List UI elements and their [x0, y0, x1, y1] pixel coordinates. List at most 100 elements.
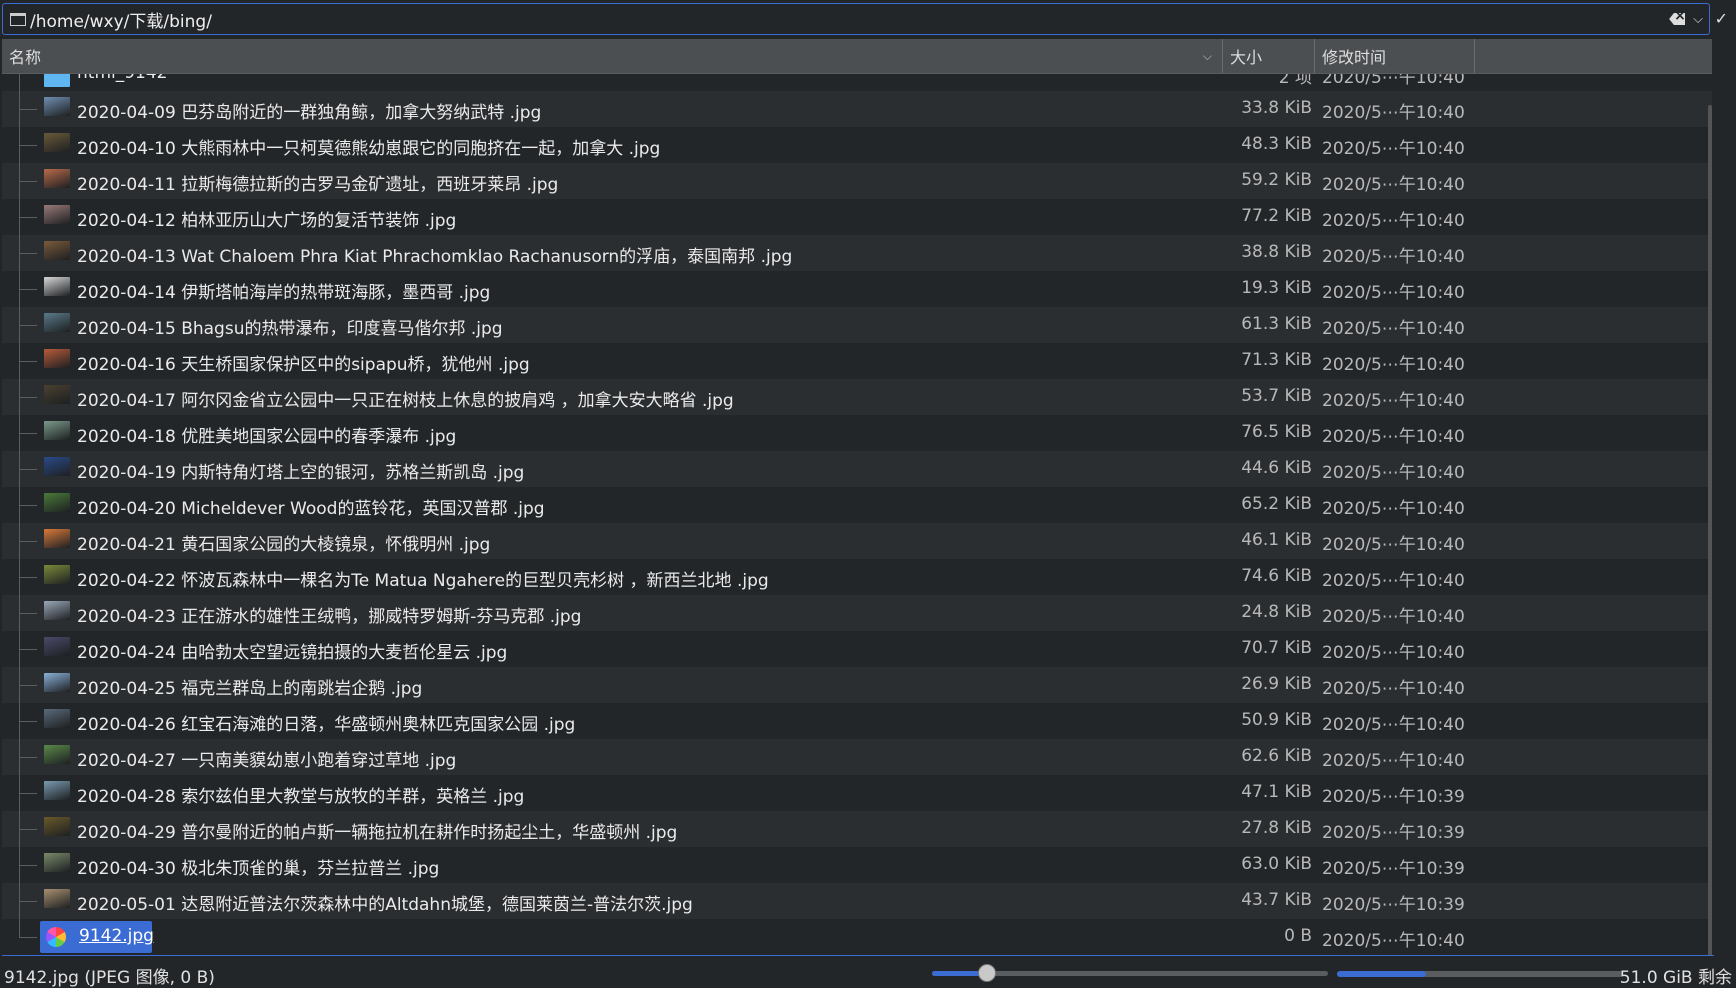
file-row[interactable]: 2020-04-11 拉斯梅德拉斯的古罗马金矿遗址，西班牙莱昂 .jpg 59.2…	[2, 163, 1712, 199]
tree-branch	[19, 721, 37, 722]
file-row[interactable]: 9142.jpg 0 B 2020/5⋯午10:40	[2, 919, 1712, 955]
file-name[interactable]: 2020-04-18 优胜美地国家公园中的春季瀑布 .jpg	[77, 422, 456, 447]
file-modified: 2020/5⋯午10:40	[1322, 679, 1465, 699]
folder-row[interactable]: html_91422 项2020/5⋯午10:40	[2, 63, 1712, 92]
file-name[interactable]: 2020-04-23 正在游水的雄性王绒鸭，挪威特罗姆斯-芬马克郡 .jpg	[77, 602, 581, 627]
file-size: 76.5 KiB	[1241, 422, 1312, 442]
file-size: 0 B	[1284, 926, 1312, 946]
zoom-slider-handle[interactable]	[978, 964, 997, 982]
file-name[interactable]: 2020-04-26 红宝石海滩的日落，华盛顿州奥林匹克国家公园 .jpg	[77, 710, 575, 735]
file-name[interactable]: 2020-04-13 Wat Chaloem Phra Kiat Phracho…	[77, 242, 792, 267]
file-modified: 2020/5⋯午10:40	[1322, 931, 1465, 951]
file-row[interactable]: 2020-04-12 柏林亚历山大广场的复活节装饰 .jpg 77.2 KiB 20…	[2, 199, 1712, 235]
column-size-label: 大小	[1230, 48, 1263, 67]
file-row[interactable]: 2020-05-01 达恩附近普法尔茨森林中的Altdahn城堡，德国莱茵兰-普…	[2, 883, 1712, 919]
file-row[interactable]: 2020-04-29 普尔曼附近的帕卢斯一辆拖拉机在耕作时扬起尘土，华盛顿州 .…	[2, 811, 1712, 847]
file-row[interactable]: 2020-04-25 福克兰群岛上的南跳岩企鹅 .jpg 26.9 KiB 2020…	[2, 667, 1712, 703]
file-row[interactable]: 2020-04-13 Wat Chaloem Phra Kiat Phracho…	[2, 235, 1712, 271]
tree-branch	[19, 937, 37, 938]
column-name[interactable]: 名称 ⌵	[2, 39, 1223, 73]
column-modified[interactable]: 修改时间	[1315, 39, 1475, 73]
file-name[interactable]: 2020-04-30 极北朱顶雀的巢，芬兰拉普兰 .jpg	[77, 854, 439, 879]
file-row[interactable]: 2020-04-20 Micheldever Wood的蓝铃花，英国汉普郡 .j…	[2, 487, 1712, 523]
tree-branch	[19, 433, 37, 434]
location-bar[interactable]: /home/wxy/下载/bing/ ⌵	[2, 3, 1710, 35]
image-thumbnail	[44, 385, 70, 404]
file-row[interactable]: 2020-04-24 由哈勃太空望远镜拍摄的大麦哲伦星云 .jpg 70.7 Ki…	[2, 631, 1712, 667]
file-modified: 2020/5⋯午10:40	[1322, 535, 1465, 555]
file-name[interactable]: 9142.jpg	[79, 926, 154, 946]
file-size: 46.1 KiB	[1241, 530, 1312, 550]
tree-branch	[19, 505, 37, 506]
file-row[interactable]: 2020-04-18 优胜美地国家公园中的春季瀑布 .jpg 76.5 KiB 20…	[2, 415, 1712, 451]
file-name[interactable]: 2020-04-19 内斯特角灯塔上空的银河，苏格兰斯凯岛 .jpg	[77, 458, 524, 483]
column-size[interactable]: 大小	[1223, 39, 1315, 73]
disk-usage-bar	[1337, 971, 1623, 977]
image-thumbnail	[44, 529, 70, 548]
file-row[interactable]: 2020-04-21 黄石国家公园的大棱镜泉，怀俄明州 .jpg 46.1 KiB…	[2, 523, 1712, 559]
file-row[interactable]: 2020-04-22 怀波瓦森林中一棵名为Te Matua Ngahere的巨型…	[2, 559, 1712, 595]
file-modified: 2020/5⋯午10:39	[1322, 895, 1465, 915]
file-name[interactable]: 2020-04-15 Bhagsu的热带瀑布，印度喜马偕尔邦 .jpg	[77, 314, 503, 339]
file-modified: 2020/5⋯午10:40	[1322, 139, 1465, 159]
file-size: 47.1 KiB	[1241, 782, 1312, 802]
file-size: 53.7 KiB	[1241, 386, 1312, 406]
file-row[interactable]: 2020-04-17 阿尔冈金省立公园中一只正在树枝上休息的披肩鸡 ，加拿大安大…	[2, 379, 1712, 415]
file-row[interactable]: 2020-04-15 Bhagsu的热带瀑布，印度喜马偕尔邦 .jpg 61.3 …	[2, 307, 1712, 343]
column-modified-label: 修改时间	[1322, 48, 1387, 67]
file-row[interactable]: 2020-04-14 伊斯塔帕海岸的热带斑海豚，墨西哥 .jpg 19.3 KiB…	[2, 271, 1712, 307]
file-name[interactable]: 2020-04-24 由哈勃太空望远镜拍摄的大麦哲伦星云 .jpg	[77, 638, 507, 663]
file-size: 61.3 KiB	[1241, 314, 1312, 334]
image-thumbnail	[44, 421, 70, 440]
file-name[interactable]: 2020-04-11 拉斯梅德拉斯的古罗马金矿遗址，西班牙莱昂 .jpg	[77, 170, 558, 195]
file-name[interactable]: 2020-04-20 Micheldever Wood的蓝铃花，英国汉普郡 .j…	[77, 494, 545, 519]
file-modified: 2020/5⋯午10:40	[1322, 499, 1465, 519]
image-thumbnail	[44, 277, 70, 296]
image-thumbnail	[44, 313, 70, 332]
tree-branch	[19, 865, 37, 866]
file-modified: 2020/5⋯午10:39	[1322, 823, 1465, 843]
file-name[interactable]: 2020-04-28 索尔兹伯里大教堂与放牧的羊群，英格兰 .jpg	[77, 782, 524, 807]
file-row[interactable]: 2020-04-10 大熊雨林中一只柯莫德熊幼崽跟它的同胞挤在一起，加拿大 .j…	[2, 127, 1712, 163]
chevron-down-icon[interactable]: ⌵	[1693, 12, 1703, 27]
tree-branch	[19, 325, 37, 326]
file-modified: 2020/5⋯午10:40	[1322, 175, 1465, 195]
file-name[interactable]: 2020-04-25 福克兰群岛上的南跳岩企鹅 .jpg	[77, 674, 422, 699]
file-modified: 2020/5⋯午10:40	[1322, 571, 1465, 591]
tree-line	[19, 919, 20, 937]
file-rows: html_91422 项2020/5⋯午10:402020-04-09 巴芬岛附…	[2, 63, 1712, 955]
file-name[interactable]: 2020-04-17 阿尔冈金省立公园中一只正在树枝上休息的披肩鸡 ，加拿大安大…	[77, 386, 734, 411]
vertical-scrollbar[interactable]	[1708, 105, 1712, 955]
file-row[interactable]: 2020-04-16 天生桥国家保护区中的sipapu桥，犹他州 .jpg 71.…	[2, 343, 1712, 379]
clear-text-icon[interactable]	[1669, 13, 1686, 25]
file-row[interactable]: 2020-04-30 极北朱顶雀的巢，芬兰拉普兰 .jpg 63.0 KiB 202…	[2, 847, 1712, 883]
file-row[interactable]: 2020-04-09 巴芬岛附近的一群独角鲸，加拿大努纳武特 .jpg 33.8 …	[2, 91, 1712, 127]
image-thumbnail	[44, 673, 70, 692]
file-name[interactable]: 2020-04-22 怀波瓦森林中一棵名为Te Matua Ngahere的巨型…	[77, 566, 769, 591]
file-name[interactable]: 2020-05-01 达恩附近普法尔茨森林中的Altdahn城堡，德国莱茵兰-普…	[77, 890, 693, 915]
image-thumbnail	[44, 241, 70, 260]
tree-branch	[19, 685, 37, 686]
file-list-view[interactable]: 名称 ⌵ 大小 修改时间 html_91422 项2020/5⋯午10:4020…	[2, 39, 1714, 956]
file-size: 26.9 KiB	[1241, 674, 1312, 694]
file-name[interactable]: 2020-04-14 伊斯塔帕海岸的热带斑海豚，墨西哥 .jpg	[77, 278, 490, 303]
file-row[interactable]: 2020-04-23 正在游水的雄性王绒鸭，挪威特罗姆斯-芬马克郡 .jpg 24…	[2, 595, 1712, 631]
file-row[interactable]: 2020-04-27 一只南美貘幼崽小跑着穿过草地 .jpg 62.6 KiB 20…	[2, 739, 1712, 775]
file-name[interactable]: 2020-04-27 一只南美貘幼崽小跑着穿过草地 .jpg	[77, 746, 456, 771]
file-row[interactable]: 2020-04-26 红宝石海滩的日落，华盛顿州奥林匹克国家公园 .jpg 50.…	[2, 703, 1712, 739]
file-name[interactable]: 2020-04-10 大熊雨林中一只柯莫德熊幼崽跟它的同胞挤在一起，加拿大 .j…	[77, 134, 660, 159]
file-name[interactable]: 2020-04-21 黄石国家公园的大棱镜泉，怀俄明州 .jpg	[77, 530, 490, 555]
file-name[interactable]: 2020-04-09 巴芬岛附近的一群独角鲸，加拿大努纳武特 .jpg	[77, 98, 541, 123]
tree-branch	[19, 181, 37, 182]
file-row[interactable]: 2020-04-19 内斯特角灯塔上空的银河，苏格兰斯凯岛 .jpg 44.6 K…	[2, 451, 1712, 487]
file-name[interactable]: 2020-04-12 柏林亚历山大广场的复活节装饰 .jpg	[77, 206, 456, 231]
confirm-check-icon[interactable]: ✓	[1715, 9, 1728, 28]
file-size: 65.2 KiB	[1241, 494, 1312, 514]
location-path[interactable]: /home/wxy/下载/bing/	[30, 7, 1669, 32]
file-size: 59.2 KiB	[1241, 170, 1312, 190]
file-row[interactable]: 2020-04-28 索尔兹伯里大教堂与放牧的羊群，英格兰 .jpg 47.1 K…	[2, 775, 1712, 811]
file-name[interactable]: 2020-04-16 天生桥国家保护区中的sipapu桥，犹他州 .jpg	[77, 350, 530, 375]
zoom-slider[interactable]	[932, 964, 1328, 982]
image-thumbnail	[44, 601, 70, 620]
file-name[interactable]: 2020-04-29 普尔曼附近的帕卢斯一辆拖拉机在耕作时扬起尘土，华盛顿州 .…	[77, 818, 677, 843]
